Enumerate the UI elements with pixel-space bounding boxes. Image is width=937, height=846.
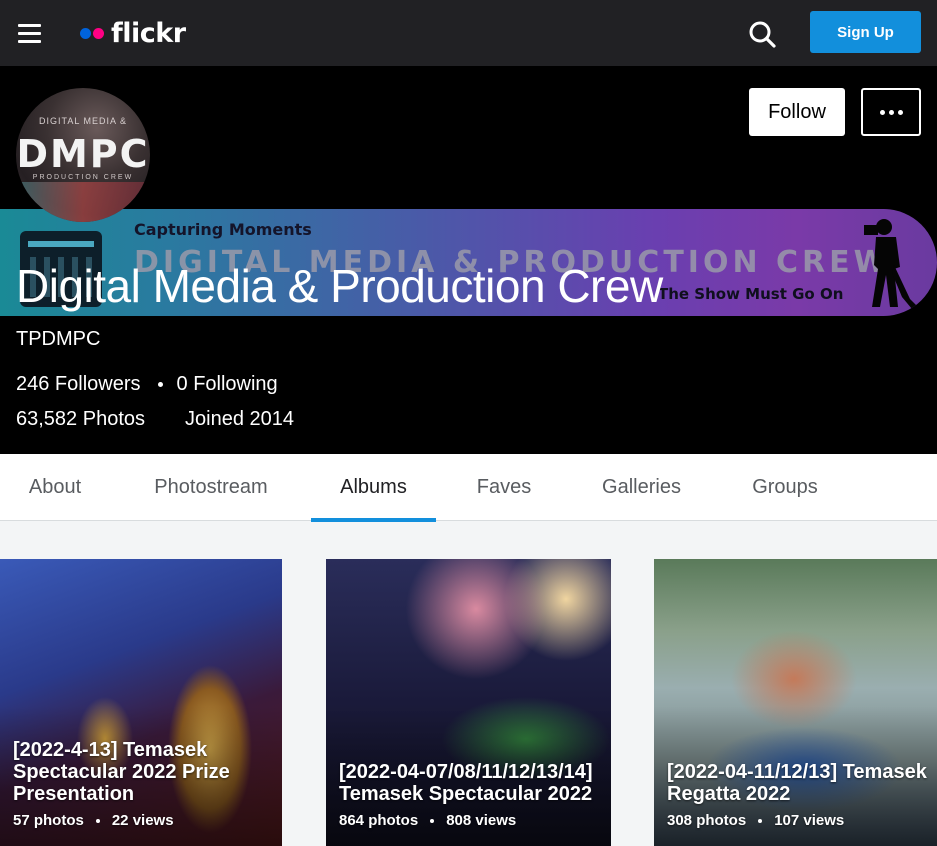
banner-motto: The Show Must Go On bbox=[658, 285, 844, 303]
dot-separator bbox=[157, 382, 163, 387]
album-card[interactable]: [2022-4-13] Temasek Spectacular 2022 Pri… bbox=[0, 559, 282, 846]
dot-separator bbox=[95, 818, 100, 823]
avatar-bottom-band bbox=[16, 182, 150, 222]
album-title: [2022-4-13] Temasek Spectacular 2022 Pri… bbox=[13, 739, 230, 805]
following-link[interactable]: 0 Following bbox=[177, 373, 278, 396]
dot-separator bbox=[758, 818, 763, 823]
album-photo-count: 308 photos bbox=[667, 812, 747, 829]
album-photo-count: 57 photos bbox=[13, 812, 84, 829]
sign-up-button[interactable]: Sign Up bbox=[810, 11, 921, 53]
photographer-silhouette-icon bbox=[864, 219, 918, 309]
album-card[interactable]: [2022-04-07/08/11/12/13/14] Temasek Spec… bbox=[326, 559, 611, 846]
follow-button[interactable]: Follow bbox=[749, 88, 845, 136]
avatar-sub-text: PRODUCTION CREW bbox=[32, 174, 134, 181]
album-view-count: 107 views bbox=[774, 812, 845, 829]
logo-text: flickr bbox=[111, 17, 186, 49]
hamburger-menu-icon[interactable] bbox=[18, 24, 42, 44]
logo-pink-dot bbox=[93, 27, 104, 39]
album-meta: 864 photos 808 views bbox=[339, 812, 516, 829]
avatar-top-text: DIGITAL MEDIA & bbox=[38, 116, 127, 126]
photo-count: 63,582 Photos bbox=[16, 408, 145, 430]
top-nav-bar: flickr Sign Up bbox=[0, 0, 937, 66]
album-title: [2022-04-11/12/13] Temasek Regatta 2022 bbox=[667, 761, 927, 805]
banner-tagline: Capturing Moments bbox=[134, 220, 312, 239]
username: TPDMPC bbox=[16, 328, 101, 350]
album-view-count: 808 views bbox=[446, 812, 517, 829]
album-meta: 308 photos 107 views bbox=[667, 812, 844, 829]
flickr-logo[interactable]: flickr bbox=[80, 16, 186, 50]
album-view-count: 22 views bbox=[111, 812, 174, 829]
profile-avatar[interactable]: DIGITAL MEDIA & DMPC PRODUCTION CREW bbox=[16, 88, 150, 222]
tab-faves[interactable]: Faves bbox=[464, 454, 544, 521]
profile-tabs: About Photostream Albums Faves Galleries… bbox=[0, 454, 937, 522]
album-title: [2022-04-07/08/11/12/13/14] Temasek Spec… bbox=[339, 761, 593, 805]
more-options-icon[interactable] bbox=[861, 88, 921, 136]
logo-blue-dot bbox=[80, 27, 91, 39]
album-meta: 57 photos 22 views bbox=[13, 812, 174, 829]
followers-link[interactable]: 246 Followers bbox=[16, 373, 141, 396]
album-photo-count: 864 photos bbox=[339, 812, 419, 829]
profile-name: Digital Media & Production Crew bbox=[16, 260, 663, 312]
profile-header: Capturing Moments DIGITAL MEDIA & PRODUC… bbox=[0, 66, 937, 454]
follow-stats: 246 Followers 0 Following bbox=[16, 373, 278, 396]
joined-date: Joined 2014 bbox=[185, 408, 294, 430]
tab-groups[interactable]: Groups bbox=[740, 454, 830, 521]
tab-albums[interactable]: Albums bbox=[311, 454, 436, 522]
dot-separator bbox=[430, 818, 435, 823]
tab-galleries[interactable]: Galleries bbox=[588, 454, 695, 521]
album-card[interactable]: [2022-04-11/12/13] Temasek Regatta 2022 … bbox=[654, 559, 937, 846]
tab-about[interactable]: About bbox=[14, 454, 96, 521]
photo-stats: 63,582 Photos Joined 2014 bbox=[16, 408, 294, 431]
tab-photostream[interactable]: Photostream bbox=[140, 454, 282, 521]
avatar-dmpc-text: DMPC bbox=[16, 132, 150, 176]
search-icon[interactable] bbox=[744, 16, 780, 52]
